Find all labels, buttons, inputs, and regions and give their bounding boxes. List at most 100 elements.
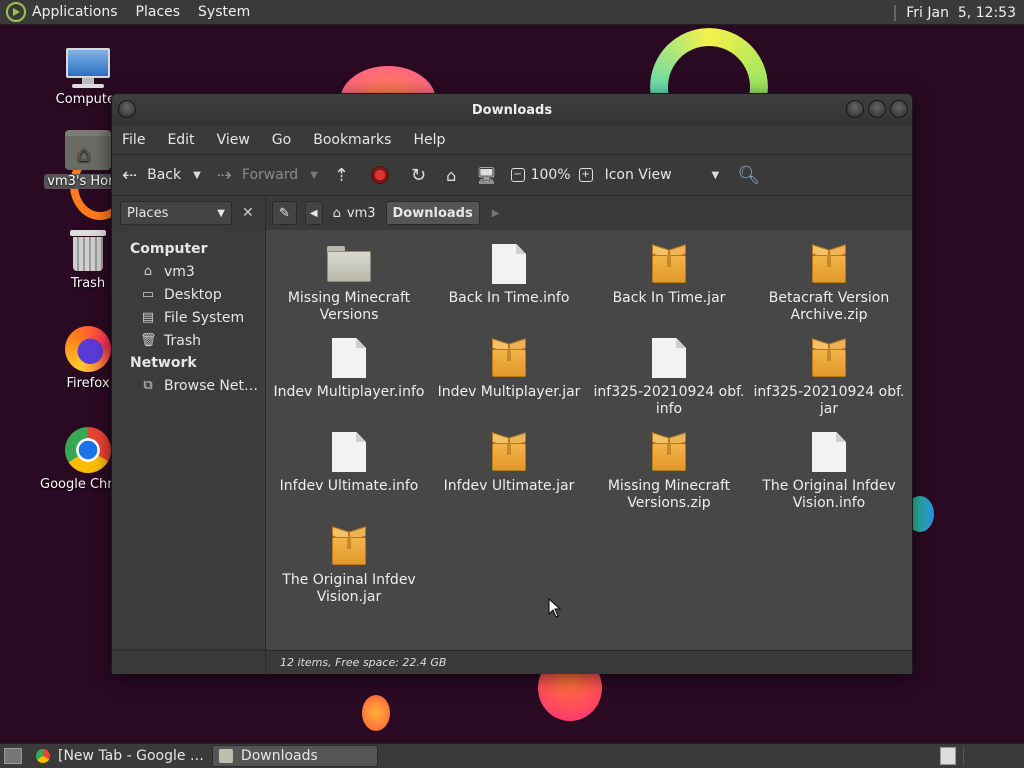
menu-go[interactable]: Go bbox=[272, 132, 291, 148]
view-mode-label: Icon View bbox=[604, 167, 672, 183]
file-name: inf325-20210924 obf. info bbox=[593, 384, 745, 417]
maximize-button[interactable] bbox=[868, 100, 886, 118]
file-item[interactable]: Infdev Ultimate.info bbox=[269, 430, 429, 495]
panel-separator bbox=[894, 4, 897, 21]
folder-icon bbox=[327, 246, 371, 282]
minimize-button[interactable] bbox=[846, 100, 864, 118]
chrome-icon bbox=[36, 749, 50, 763]
breadcrumb-downloads[interactable]: Downloads bbox=[385, 201, 480, 225]
file-item[interactable]: Back In Time.jar bbox=[589, 242, 749, 307]
sidebar-item-desktop[interactable]: ▭ Desktop bbox=[112, 283, 265, 306]
top-panel: Applications Places System Fri Jan 5, 12… bbox=[0, 0, 1024, 25]
file-item[interactable]: The Original Infdev Vision.info bbox=[749, 430, 909, 512]
sidebar-item-trash[interactable]: 🗑︎ Trash bbox=[112, 329, 265, 352]
file-item[interactable]: Missing Minecraft Versions.zip bbox=[589, 430, 749, 512]
file-item[interactable]: Indev Multiplayer.jar bbox=[429, 336, 589, 401]
up-button[interactable]: ⇡ bbox=[334, 160, 349, 190]
file-item[interactable]: Betacraft Version Archive.zip bbox=[749, 242, 909, 324]
chevron-down-icon: ▼ bbox=[711, 169, 720, 181]
clock[interactable]: Fri Jan 5, 12:53 bbox=[886, 2, 1024, 23]
view-mode-select[interactable]: Icon View ▼ bbox=[605, 160, 720, 190]
places-sidebar: Computer ⌂ vm3 ▭ Desktop ▤ File System 🗑… bbox=[112, 230, 266, 650]
chevron-down-icon[interactable]: ▼ bbox=[193, 170, 201, 181]
sidebar-item-vm3[interactable]: ⌂ vm3 bbox=[112, 260, 265, 283]
task-label: [New Tab - Google … bbox=[58, 748, 204, 764]
breadcrumb-vm3[interactable]: ⌂ vm3 bbox=[327, 201, 382, 225]
sidebar-item-browse-network[interactable]: ⧉ Browse Net… bbox=[112, 374, 265, 397]
archive-icon bbox=[492, 432, 526, 471]
file-item[interactable]: inf325-20210924 obf. info bbox=[589, 336, 749, 418]
status-bar: 12 items, Free space: 22.4 GB bbox=[112, 650, 912, 675]
file-item[interactable]: Indev Multiplayer.info bbox=[269, 336, 429, 401]
zoom-in-icon[interactable]: + bbox=[578, 168, 593, 182]
stop-button[interactable] bbox=[371, 160, 389, 190]
taskbar-item-downloads[interactable]: Downloads bbox=[211, 745, 378, 767]
back-arrow-icon: ⇠ bbox=[122, 164, 138, 186]
sidebar-item-label: vm3 bbox=[164, 263, 195, 280]
forward-button[interactable]: ⇢ Forward ▼ bbox=[217, 160, 318, 190]
close-icon[interactable]: ✕ bbox=[242, 205, 254, 221]
taskbar-item-chrome[interactable]: [New Tab - Google … bbox=[30, 745, 210, 767]
file-item[interactable]: Missing Minecraft Versions bbox=[269, 242, 429, 324]
pencil-icon: ✎ bbox=[279, 205, 290, 221]
document-icon bbox=[652, 338, 686, 378]
menu-help[interactable]: Help bbox=[413, 132, 445, 148]
zoom-out-icon[interactable]: − bbox=[510, 168, 525, 182]
show-desktop-icon[interactable] bbox=[4, 748, 22, 764]
sidebar-type-select[interactable]: Places ▼ bbox=[120, 201, 232, 225]
content-area: Computer ⌂ vm3 ▭ Desktop ▤ File System 🗑… bbox=[112, 230, 912, 650]
file-name: Missing Minecraft Versions.zip bbox=[607, 478, 731, 511]
reload-icon: ↻ bbox=[411, 164, 427, 186]
window-titlebar[interactable]: Downloads bbox=[112, 94, 912, 126]
file-item[interactable]: The Original Infdev Vision.jar bbox=[269, 524, 429, 606]
breadcrumb-label: Downloads bbox=[392, 205, 473, 221]
archive-icon bbox=[812, 338, 846, 377]
chevron-right-icon[interactable]: ▶ bbox=[492, 208, 500, 219]
clock-text: Fri Jan 5, 12:53 bbox=[906, 4, 1016, 21]
archive-icon bbox=[652, 432, 686, 471]
workspace-switcher[interactable] bbox=[940, 747, 956, 765]
distro-logo-icon[interactable] bbox=[6, 2, 26, 22]
menu-system[interactable]: System bbox=[198, 4, 250, 20]
search-button[interactable]: 🔍︎ bbox=[737, 160, 770, 190]
file-name: The Original Infdev Vision.jar bbox=[282, 572, 416, 605]
sidebar-item-file-system[interactable]: ▤ File System bbox=[112, 306, 265, 329]
file-item[interactable]: inf325-20210924 obf. jar bbox=[749, 336, 909, 418]
file-item[interactable]: Back In Time.info bbox=[429, 242, 589, 307]
home-icon: ⌂ bbox=[446, 165, 457, 185]
file-name: Infdev Ultimate.jar bbox=[443, 478, 575, 494]
forward-label: Forward bbox=[241, 167, 299, 183]
menu-applications[interactable]: Applications bbox=[32, 4, 118, 20]
archive-icon bbox=[652, 244, 686, 283]
back-button[interactable]: ⇠ Back ▼ bbox=[122, 160, 201, 190]
computer-button[interactable]: 🖥 bbox=[476, 160, 496, 190]
document-icon bbox=[332, 338, 366, 378]
breadcrumb-left-button[interactable]: ◀ bbox=[304, 201, 323, 225]
edit-location-button[interactable]: ✎ bbox=[272, 201, 297, 225]
archive-icon bbox=[332, 526, 366, 565]
home-button[interactable]: ⌂ bbox=[446, 160, 456, 190]
stop-icon bbox=[371, 166, 389, 184]
computer-icon bbox=[64, 46, 112, 88]
menu-bookmarks[interactable]: Bookmarks bbox=[313, 132, 391, 148]
sidebar-item-label: File System bbox=[164, 309, 245, 326]
file-item[interactable]: Infdev Ultimate.jar bbox=[429, 430, 589, 495]
wallpaper-blob bbox=[362, 695, 390, 731]
reload-button[interactable]: ↻ bbox=[411, 160, 426, 190]
archive-icon bbox=[812, 244, 846, 283]
menu-view[interactable]: View bbox=[217, 132, 250, 148]
menubar: File Edit View Go Bookmarks Help bbox=[112, 126, 912, 154]
forward-arrow-icon: ⇢ bbox=[216, 164, 232, 186]
trash-icon: 🗑︎ bbox=[140, 332, 157, 348]
window-menu-button[interactable] bbox=[118, 100, 136, 118]
firefox-icon bbox=[65, 326, 111, 372]
zoom-control: − 100% + bbox=[510, 160, 599, 190]
toolbar: ⇠ Back ▼ ⇢ Forward ▼ ⇡ ↻ ⌂ 🖥 − 100% + Ic… bbox=[112, 154, 912, 196]
menu-places[interactable]: Places bbox=[136, 4, 181, 20]
chevron-down-icon[interactable]: ▼ bbox=[310, 170, 318, 181]
menu-file[interactable]: File bbox=[122, 132, 145, 148]
menu-edit[interactable]: Edit bbox=[167, 132, 194, 148]
location-bar: Places ▼ ✕ ✎ ◀ ⌂ vm3 Downloads ▶ bbox=[112, 196, 912, 230]
close-button[interactable] bbox=[890, 100, 908, 118]
file-grid: Missing Minecraft Versions Back In Time.… bbox=[266, 230, 912, 650]
